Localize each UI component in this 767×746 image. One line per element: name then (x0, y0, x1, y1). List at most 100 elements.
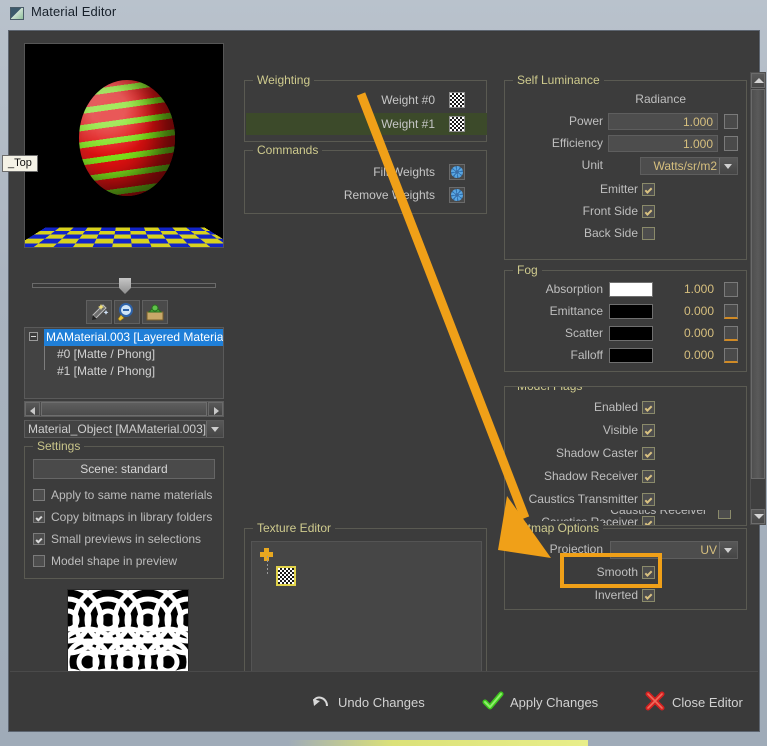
package-icon[interactable] (142, 300, 168, 324)
absorption-spinner[interactable] (724, 282, 738, 297)
material-object-value: Material_Object [MAMaterial.003] (28, 422, 207, 436)
efficiency-spinner[interactable] (724, 136, 738, 151)
scroll-right-icon[interactable] (208, 402, 223, 416)
checkbox-box (33, 489, 45, 501)
unit-label: Unit (581, 158, 603, 172)
emittance-color-swatch[interactable] (609, 304, 653, 319)
front-side-label: Front Side (582, 204, 638, 218)
emitter-checkbox[interactable] (642, 183, 655, 196)
tree-horizontal-scrollbar[interactable] (24, 401, 224, 417)
view-tooltip: _Top (2, 155, 38, 172)
scroll-up-icon[interactable] (751, 73, 765, 88)
front-side-checkbox[interactable] (642, 205, 655, 218)
checkbox-model-shape[interactable]: Model shape in preview (33, 551, 177, 571)
scroll-down-icon[interactable] (751, 509, 765, 524)
checkbox-copy-bitmaps[interactable]: Copy bitmaps in library folders (33, 507, 212, 527)
falloff-spinner[interactable] (724, 348, 738, 363)
unit-combo[interactable]: Watts/sr/m2 (640, 157, 738, 175)
checkbox-apply-same-name[interactable]: Apply to same name materials (33, 485, 212, 505)
tree-row-layer-1[interactable]: #1 [Matte / Phong] (25, 363, 155, 380)
material-tree[interactable]: MAMaterial.003 [Layered Material] #0 [Ma… (24, 327, 224, 399)
checkbox-label: Model shape in preview (51, 554, 178, 568)
red-x-icon (645, 691, 665, 711)
command-label: Remove Weights (343, 188, 435, 202)
gear-icon[interactable] (449, 187, 465, 203)
command-row-fill-weights[interactable]: Fill Weights (246, 161, 487, 183)
magic-wand-icon[interactable] (86, 300, 112, 324)
efficiency-field[interactable]: 1.000 (608, 135, 718, 152)
unit-row: Unit Watts/sr/m2 (505, 155, 748, 176)
material-preview[interactable] (24, 43, 224, 248)
texture-node-thumbnail[interactable] (276, 566, 296, 586)
zoom-out-icon[interactable] (114, 300, 140, 324)
back-side-row: Back Side (505, 223, 748, 244)
back-side-checkbox[interactable] (642, 227, 655, 240)
radiance-label: Radiance (635, 92, 686, 106)
power-spinner[interactable] (724, 114, 738, 129)
preview-zoom-slider[interactable] (24, 278, 224, 294)
undo-changes-button[interactable]: Undo Changes (310, 690, 425, 716)
efficiency-row: Efficiency 1.000 (505, 133, 748, 154)
right-panel-scrollbar[interactable] (750, 72, 766, 525)
enabled-checkbox[interactable] (642, 401, 655, 414)
checker-floor (25, 227, 223, 247)
emitter-label: Emitter (599, 182, 638, 196)
emittance-spinner[interactable] (724, 304, 738, 319)
checkbox-label: Small previews in selections (51, 532, 202, 546)
emittance-row: Emittance 0.000 (505, 301, 748, 322)
material-object-combo[interactable]: Material_Object [MAMaterial.003] (24, 420, 224, 438)
efficiency-label: Efficiency (551, 136, 603, 150)
scatter-value[interactable]: 0.000 (656, 325, 718, 342)
shadow-caster-checkbox[interactable] (642, 447, 655, 460)
apply-changes-button[interactable]: Apply Changes (482, 690, 598, 716)
shadow-caster-row: Shadow Caster (505, 443, 746, 464)
inverted-checkbox[interactable] (642, 589, 655, 602)
scroll-thumb[interactable] (41, 402, 207, 416)
self-luminance-legend: Self Luminance (513, 73, 604, 87)
falloff-color-swatch[interactable] (609, 348, 653, 363)
clipped-checkbox (718, 510, 731, 519)
close-editor-button[interactable]: Close Editor (644, 690, 743, 716)
scroll-left-icon[interactable] (25, 402, 40, 416)
weight-swatch[interactable] (449, 116, 465, 132)
title-bar: Material Editor (0, 0, 767, 28)
scatter-spinner[interactable] (724, 326, 738, 341)
weight-swatch[interactable] (449, 92, 465, 108)
power-field[interactable]: 1.000 (608, 113, 718, 130)
caustics-transmitter-checkbox[interactable] (642, 493, 655, 506)
enabled-label: Enabled (593, 400, 638, 414)
shadow-receiver-checkbox[interactable] (642, 470, 655, 483)
gear-icon[interactable] (449, 164, 465, 180)
checkbox-small-previews[interactable]: Small previews in selections (33, 529, 201, 549)
emittance-value[interactable]: 0.000 (656, 303, 718, 320)
scatter-color-swatch[interactable] (609, 326, 653, 341)
weight-row-0[interactable]: Weight #0 (246, 89, 487, 111)
tree-row-root[interactable]: MAMaterial.003 [Layered Material] (26, 329, 223, 346)
command-label: Fill Weights (373, 165, 435, 179)
weight-row-1[interactable]: Weight #1 (246, 113, 487, 135)
preview-sphere (79, 80, 175, 196)
falloff-label: Falloff (570, 348, 603, 362)
tree-row-layer-0[interactable]: #0 [Matte / Phong] (25, 346, 155, 363)
chevron-down-icon[interactable] (719, 158, 737, 174)
visible-checkbox[interactable] (642, 424, 655, 437)
close-editor-label: Close Editor (672, 695, 743, 710)
texture-link-line (267, 556, 268, 576)
checkbox-box (33, 533, 45, 545)
tree-root-label: MAMaterial.003 [Layered Material] (44, 329, 223, 346)
tree-child-label: #0 [Matte / Phong] (57, 347, 156, 361)
falloff-value[interactable]: 0.000 (656, 347, 718, 364)
window-title: Material Editor (31, 4, 117, 19)
scene-button[interactable]: Scene: standard (33, 459, 215, 479)
chevron-down-icon[interactable] (206, 421, 223, 437)
slider-thumb[interactable] (119, 278, 131, 294)
back-side-label: Back Side (583, 226, 638, 240)
chevron-down-icon[interactable] (719, 542, 737, 558)
scrollbar-thumb[interactable] (751, 89, 765, 479)
settings-group: Settings Scene: standard Apply to same n… (24, 439, 224, 579)
footer-bar: Undo Changes Apply Changes Close Editor (10, 671, 758, 730)
absorption-color-swatch[interactable] (609, 282, 653, 297)
scatter-label: Scatter (564, 326, 603, 340)
absorption-value[interactable]: 1.000 (656, 281, 718, 298)
command-row-remove-weights[interactable]: Remove Weights (246, 184, 487, 206)
